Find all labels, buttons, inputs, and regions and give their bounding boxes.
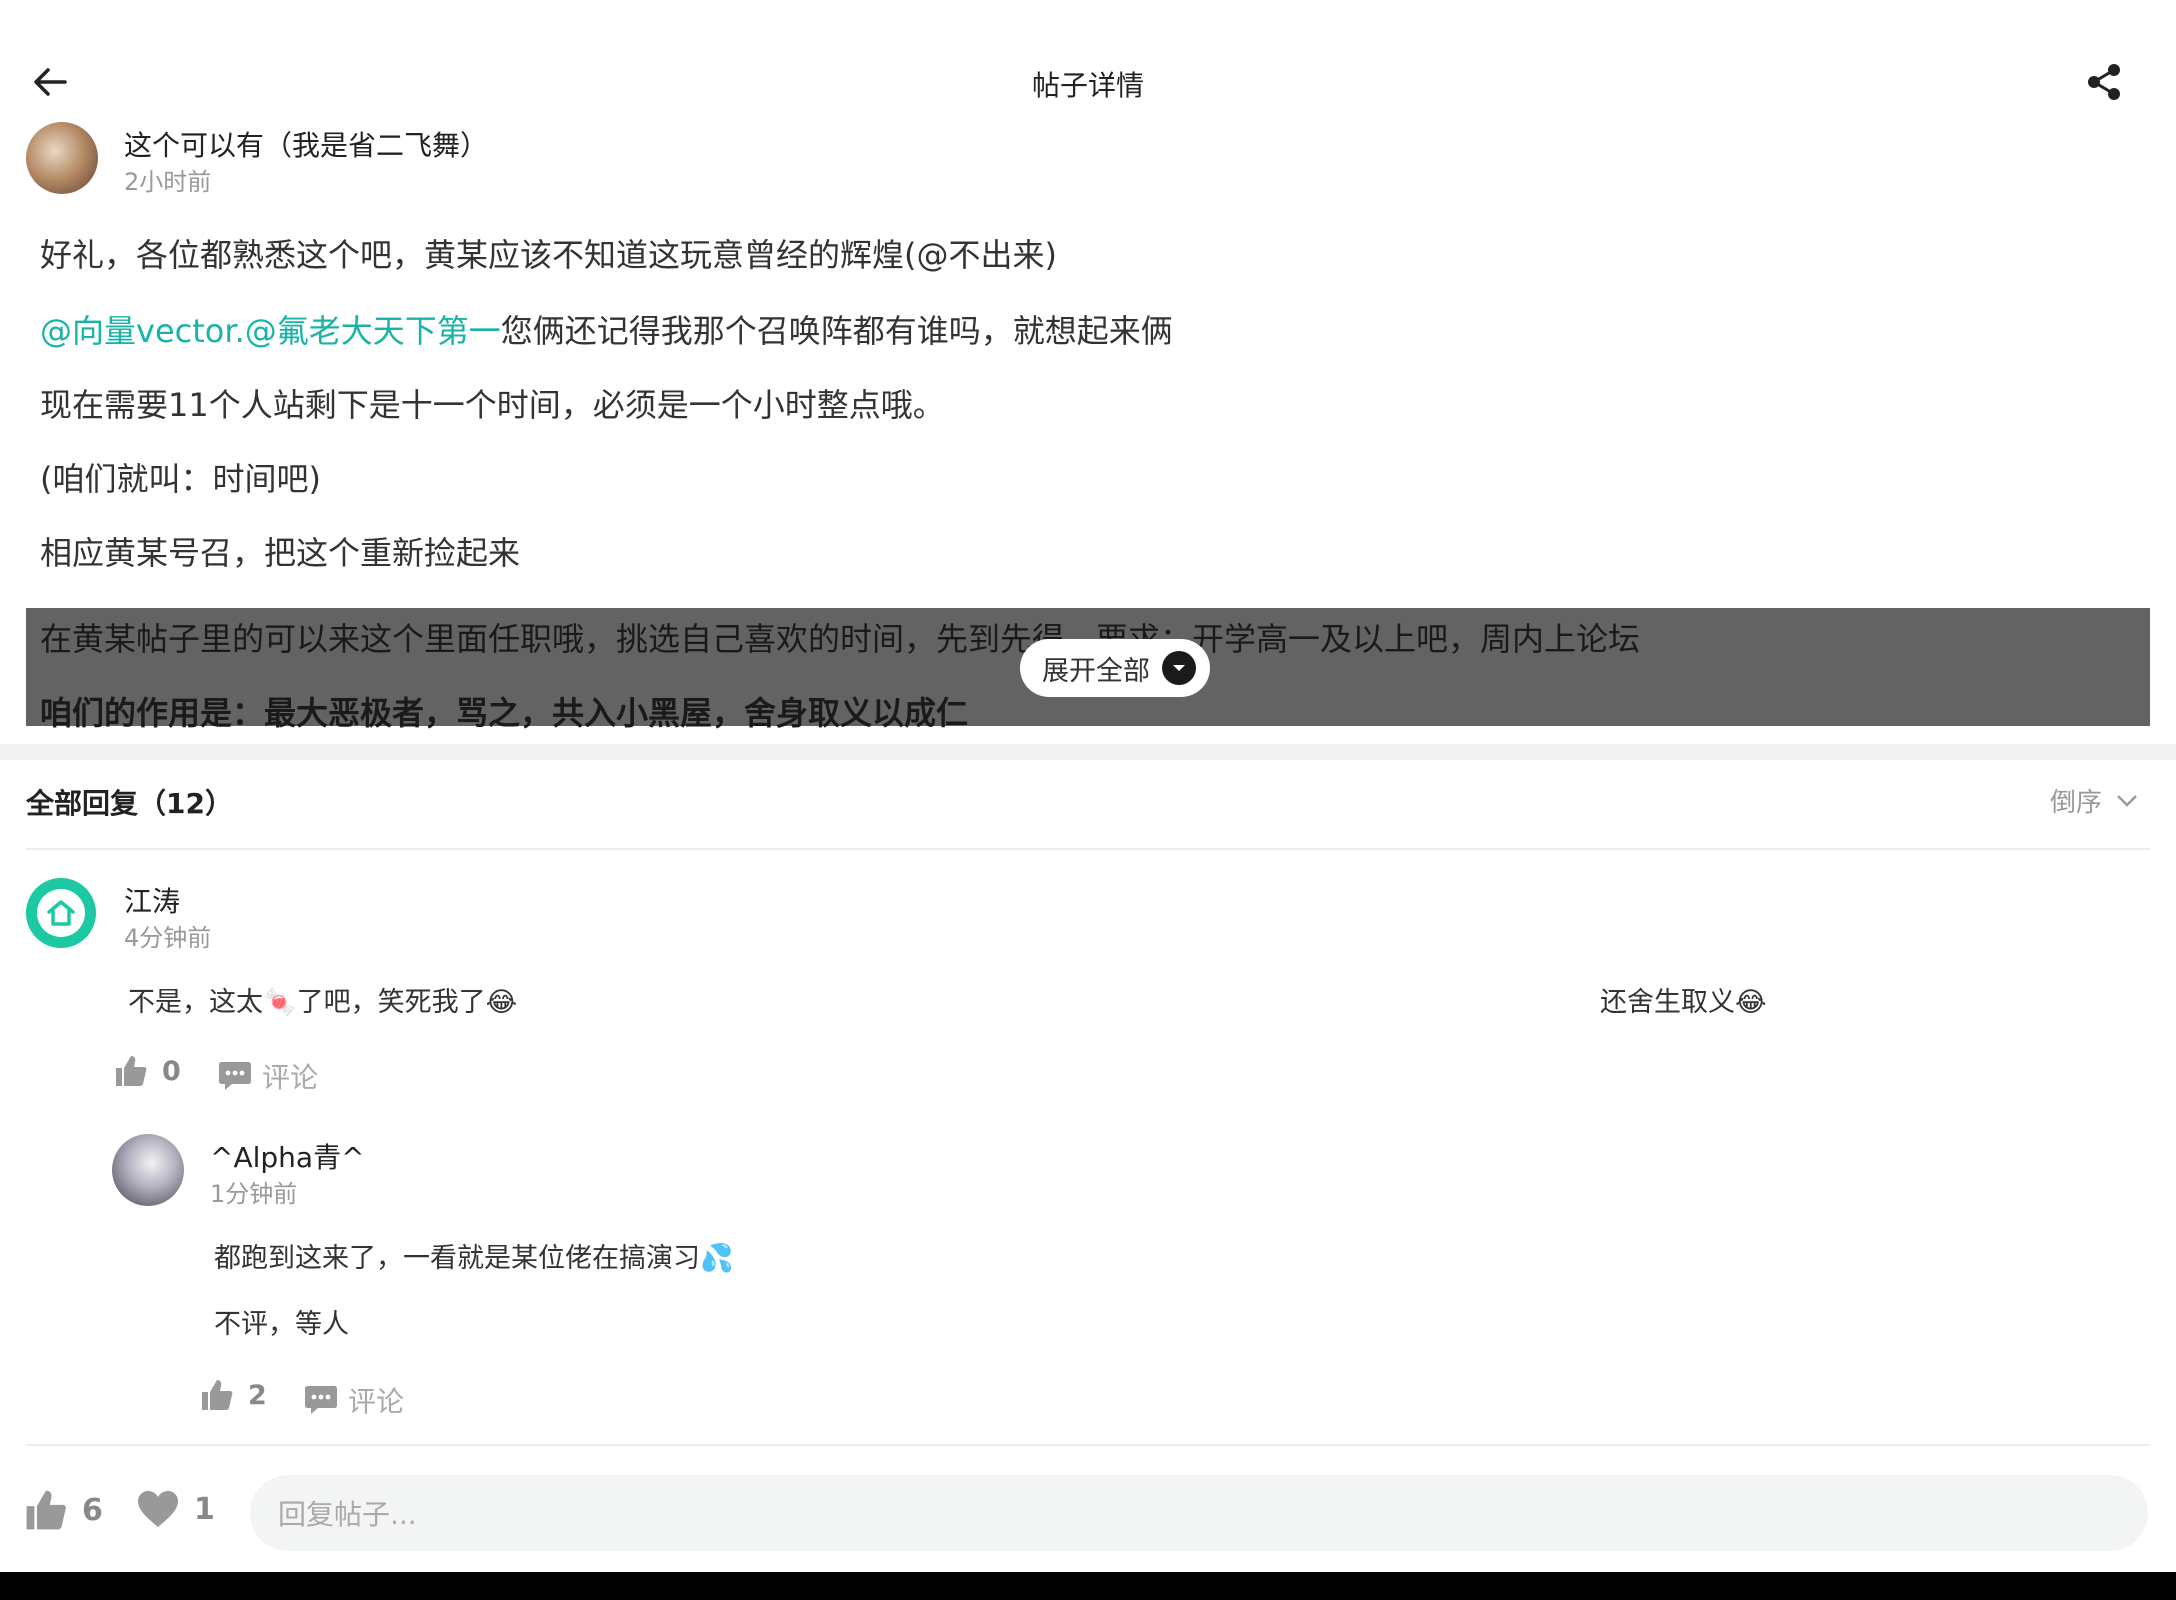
author-avatar[interactable] (26, 122, 98, 194)
post-favorite-button[interactable]: 1 (136, 1488, 215, 1530)
commenter-name[interactable]: 江涛 (124, 880, 180, 920)
post-paragraph: 在黄某帖子里的可以来这个里面任职哦，挑选自己喜欢的时间，先到先得，要求：开学高一… (40, 620, 1641, 658)
post-paragraph-text: 您俩还记得我那个召唤阵都有谁吗，就想起来俩 (500, 312, 1173, 350)
sort-order-button[interactable]: 倒序 (2050, 782, 2138, 819)
comment-bubble-icon (305, 1386, 337, 1414)
post-paragraph-bold: 咱们的作用是：最大恶极者，骂之，共入小黑屋，舍身取义以成仁 (40, 694, 969, 732)
comment-reply-button[interactable]: 评论 (218, 1056, 318, 1096)
share-icon[interactable] (2082, 60, 2126, 104)
post-like-count: 6 (82, 1492, 103, 1528)
chevron-down-icon (2117, 794, 2137, 807)
post-paragraph: 现在需要11个人站剩下是十一个时间，必须是一个小时整点哦。 (40, 386, 945, 424)
expand-all-button[interactable]: 展开全部 (1020, 639, 1210, 697)
commenter-avatar[interactable] (26, 878, 96, 948)
expand-all-label: 展开全部 (1042, 655, 1150, 687)
thumbs-up-icon (26, 1490, 66, 1530)
comment-time: 4分钟前 (124, 924, 212, 952)
comment-text: 不是，这太🍬了吧，笑死我了😂 (128, 987, 518, 1018)
thumbs-up-icon (202, 1380, 233, 1410)
author-name[interactable]: 这个可以有（我是省二飞舞） (124, 124, 488, 164)
comment-text: 还舍生取义😂 (1600, 987, 1767, 1018)
comment-text: 不评，等人 (214, 1309, 349, 1340)
post-paragraph: 相应黄某号召，把这个重新捡起来 (40, 534, 521, 572)
comment-reply-button[interactable]: 评论 (304, 1380, 404, 1420)
divider (26, 1444, 2150, 1446)
replies-title: 全部回复（12） (26, 787, 233, 820)
post-paragraph: @向量vector.@氟老大天下第一您俩还记得我那个召唤阵都有谁吗，就想起来俩 (40, 306, 1173, 352)
top-app-bar: 帖子详情 (0, 0, 2176, 120)
commenter-name[interactable]: ^Alpha青^ (210, 1136, 365, 1176)
comment-text: 都跑到这来了，一看就是某位佬在搞演习💦 (214, 1243, 734, 1274)
comment-bubble-icon (219, 1062, 251, 1090)
page-title: 帖子详情 (1031, 69, 1144, 102)
like-count: 2 (248, 1379, 267, 1411)
chevron-down-icon (1162, 651, 1196, 685)
heart-icon (138, 1491, 178, 1527)
system-nav-bar (0, 1572, 2176, 1600)
post-paragraph: 好礼，各位都熟悉这个吧，黄某应该不知道这玩意曾经的辉煌(@不出来) (40, 236, 1057, 274)
comment-time: 1分钟前 (210, 1180, 298, 1208)
post-like-button[interactable]: 6 (24, 1488, 103, 1532)
comment-like-button[interactable]: 2 (200, 1378, 267, 1412)
comment-label: 评论 (348, 1385, 405, 1418)
like-count: 0 (162, 1055, 181, 1087)
commenter-avatar[interactable] (112, 1134, 184, 1206)
reply-input[interactable]: 回复帖子... (250, 1475, 2148, 1551)
home-icon (37, 889, 85, 937)
post-favorite-count: 1 (194, 1491, 215, 1527)
sort-label: 倒序 (2050, 788, 2103, 818)
section-divider (0, 744, 2176, 760)
comment-label: 评论 (262, 1061, 319, 1094)
reply-placeholder: 回复帖子... (278, 1498, 417, 1531)
comment-like-button[interactable]: 0 (114, 1054, 181, 1088)
thumbs-up-icon (116, 1056, 147, 1086)
post-paragraph: (咱们就叫：时间吧) (40, 460, 321, 498)
divider (26, 848, 2150, 850)
mention-link[interactable]: @向量vector.@氟老大天下第一 (40, 312, 501, 350)
post-time: 2小时前 (124, 168, 212, 196)
